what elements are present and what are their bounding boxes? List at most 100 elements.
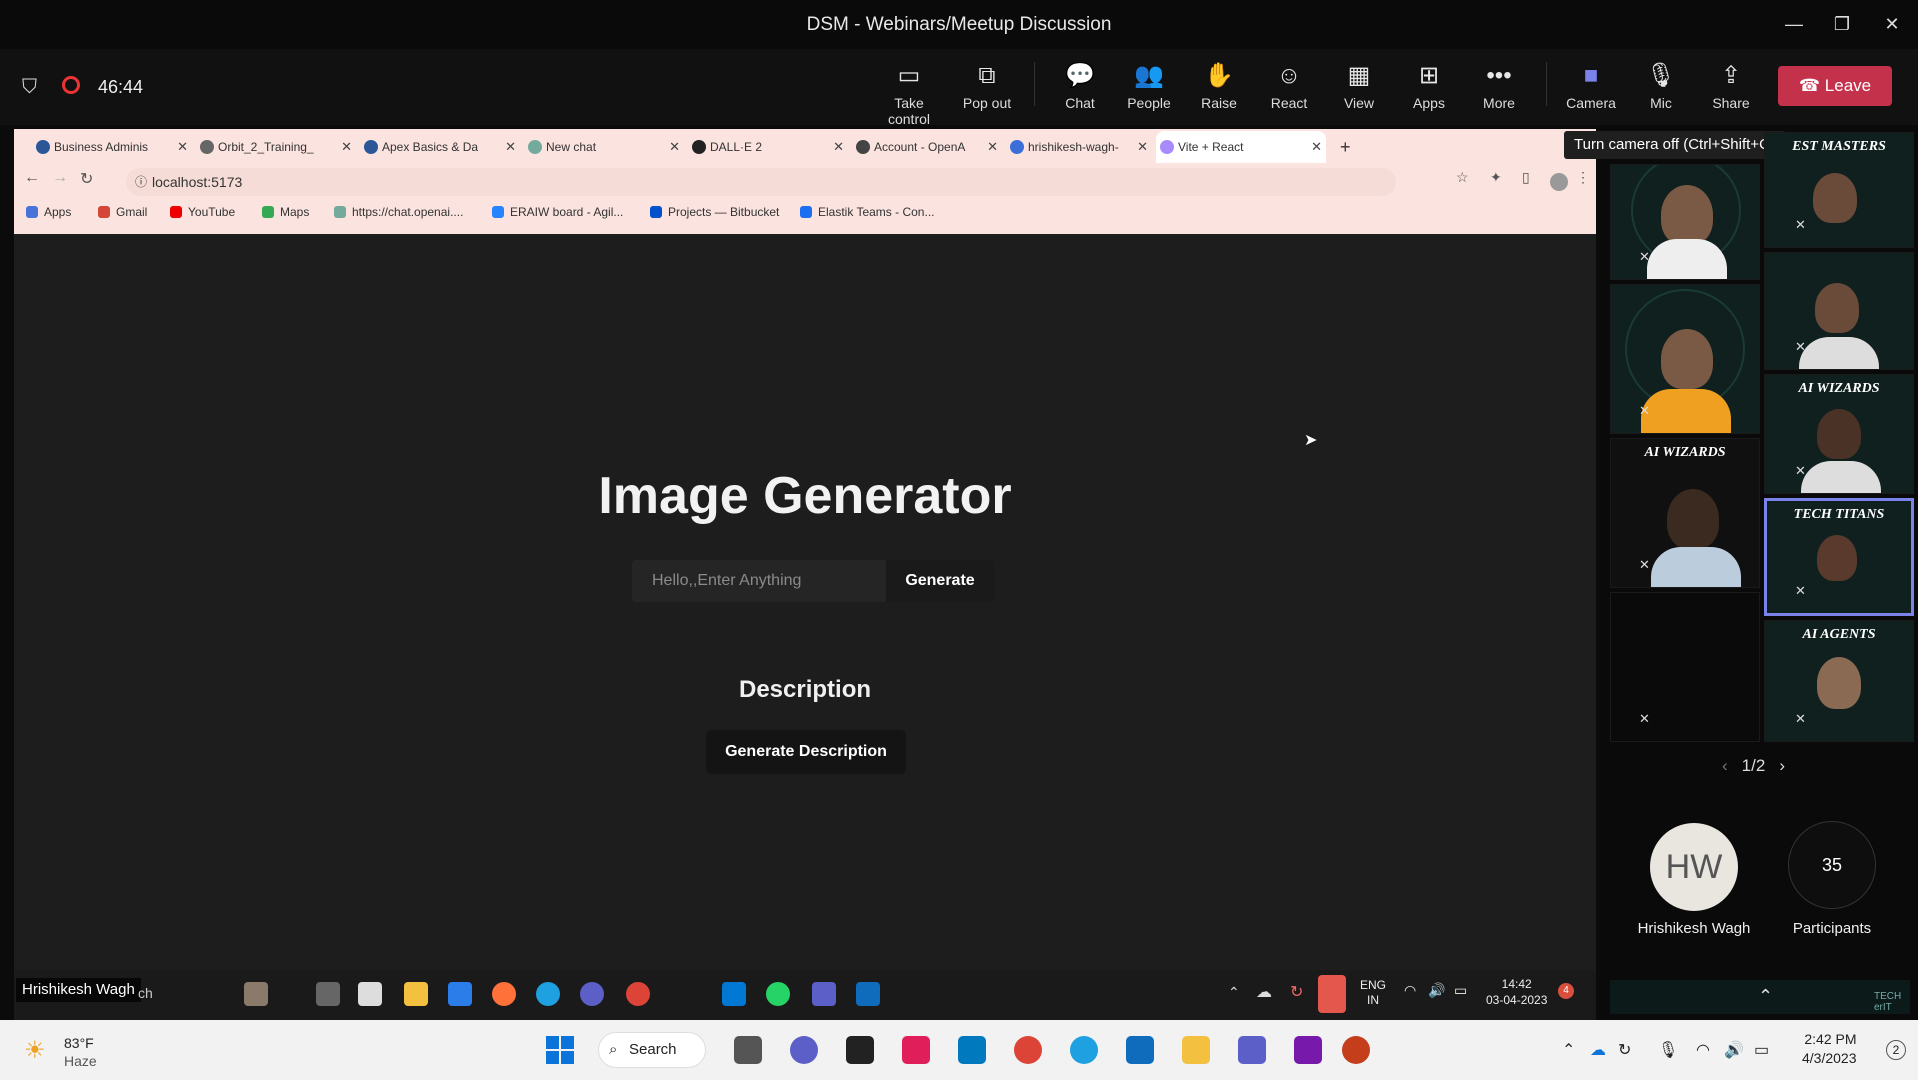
video-tile[interactable]: AI WIZARDS ✕ — [1610, 438, 1760, 588]
store-icon[interactable] — [358, 982, 382, 1006]
edge-icon[interactable] — [1070, 1036, 1098, 1064]
bookmark[interactable]: Projects — Bitbucket — [650, 205, 779, 219]
tab-close-icon[interactable]: ✕ — [987, 131, 998, 163]
outlook-icon[interactable] — [856, 982, 880, 1006]
browser-tab[interactable]: Business Adminis ✕ — [32, 131, 192, 163]
chevron-up-icon[interactable]: ⌃ — [1228, 984, 1240, 1001]
generate-description-button[interactable]: Generate Description — [706, 730, 906, 774]
chevron-right-icon[interactable]: › — [1779, 756, 1785, 775]
teams-icon[interactable] — [1238, 1036, 1266, 1064]
chevron-up-icon[interactable]: ⌃ — [1758, 986, 1773, 1007]
tab-close-icon[interactable]: ✕ — [1311, 131, 1322, 163]
camera-button[interactable]: ■ Camera — [1556, 61, 1626, 111]
folder-icon[interactable] — [404, 982, 428, 1006]
chrome-icon[interactable] — [1014, 1036, 1042, 1064]
task-view-icon[interactable] — [316, 982, 340, 1006]
browser-tab[interactable]: Apex Basics & Da ✕ — [360, 131, 520, 163]
file-icon[interactable] — [244, 982, 268, 1006]
close-button[interactable]: ✕ — [1874, 10, 1910, 38]
onenote-icon[interactable] — [1294, 1036, 1322, 1064]
video-tile[interactable]: ✕ — [1610, 592, 1760, 742]
tab-close-icon[interactable]: ✕ — [341, 131, 352, 163]
new-tab-button[interactable]: + — [1332, 131, 1362, 163]
tab-close-icon[interactable]: ✕ — [1137, 131, 1148, 163]
video-tile[interactable]: AI AGENTS ✕ — [1764, 620, 1914, 742]
teams-chat-icon[interactable] — [790, 1036, 818, 1064]
teams-icon[interactable] — [812, 982, 836, 1006]
bookmark[interactable]: https://chat.openai.... — [334, 205, 463, 219]
address-bar[interactable]: ⓘ localhost:5173 — [126, 168, 1396, 196]
language-indicator[interactable]: ENG IN — [1360, 978, 1386, 1008]
vscode-icon[interactable] — [722, 982, 746, 1006]
take-control-button[interactable]: ▭ Take control — [874, 61, 944, 127]
forward-icon[interactable]: → — [52, 169, 68, 187]
minimize-button[interactable]: — — [1776, 10, 1812, 38]
browser-tab[interactable]: hrishikesh-wagh- ✕ — [1006, 131, 1152, 163]
windows-clock[interactable]: 2:42 PM 4/3/2023 — [1802, 1030, 1857, 1068]
sticky-notes-icon[interactable] — [846, 1036, 874, 1064]
sidepanel-icon[interactable]: ▯ — [1522, 169, 1530, 186]
folder-icon[interactable] — [1182, 1036, 1210, 1064]
leave-button[interactable]: ☎ Leave — [1778, 66, 1892, 106]
video-tile[interactable]: ✕ — [1610, 284, 1760, 434]
video-tile[interactable]: ✕ — [1764, 252, 1914, 370]
pop-out-button[interactable]: ⧉ Pop out — [952, 61, 1022, 111]
video-tile[interactable]: AI WIZARDS ✕ — [1764, 374, 1914, 494]
bookmark[interactable]: Apps — [26, 205, 71, 219]
maximize-button[interactable]: ❐ — [1824, 10, 1860, 38]
people-button[interactable]: 👥 People — [1114, 61, 1184, 111]
tab-close-icon[interactable]: ✕ — [833, 131, 844, 163]
avatar[interactable]: HW — [1650, 823, 1738, 911]
browser-tab[interactable]: New chat ✕ — [524, 131, 684, 163]
generate-button[interactable]: Generate — [886, 560, 994, 602]
bookmark[interactable]: Maps — [262, 205, 309, 219]
bookmark[interactable]: Gmail — [98, 205, 147, 219]
video-tile-active-speaker[interactable]: TECH TITANS ✕ — [1764, 498, 1914, 616]
react-button[interactable]: ☺ React — [1254, 61, 1324, 111]
view-button[interactable]: ▦ View — [1324, 61, 1394, 111]
browser-tab[interactable]: Account - OpenA ✕ — [852, 131, 1002, 163]
mail-icon[interactable] — [448, 982, 472, 1006]
tab-close-icon[interactable]: ✕ — [177, 131, 188, 163]
reload-icon[interactable]: ↻ — [80, 169, 93, 189]
tab-close-icon[interactable]: ✕ — [505, 131, 516, 163]
extensions-icon[interactable]: ✦ — [1490, 169, 1502, 186]
participant-count[interactable]: 35 — [1788, 821, 1876, 909]
task-view-icon[interactable] — [734, 1036, 762, 1064]
weather-widget[interactable]: 83°F Haze — [64, 1034, 97, 1070]
windows-search[interactable]: ⌕ Search — [598, 1032, 706, 1068]
bookmark[interactable]: ERAIW board - Agil... — [492, 205, 623, 219]
mic-button[interactable]: 🎙 Mic — [1626, 61, 1696, 111]
more-button[interactable]: ••• More — [1464, 61, 1534, 111]
outlook-icon[interactable] — [1126, 1036, 1154, 1064]
video-tile[interactable]: EST MASTERS ✕ — [1764, 132, 1914, 248]
browser-tab-active[interactable]: Vite + React ✕ — [1156, 131, 1326, 163]
app-icon[interactable] — [580, 982, 604, 1006]
bookmark[interactable]: Elastik Teams - Con... — [800, 205, 934, 219]
windows-start-icon[interactable] — [546, 1036, 574, 1064]
browser-tab[interactable]: DALL·E 2 ✕ — [688, 131, 848, 163]
slack-icon[interactable] — [902, 1036, 930, 1064]
tab-close-icon[interactable]: ✕ — [669, 131, 680, 163]
chevron-up-icon[interactable]: ⌃ — [1562, 1040, 1575, 1060]
prompt-input[interactable] — [632, 560, 886, 602]
back-icon[interactable]: ← — [24, 169, 40, 187]
edge-icon[interactable] — [536, 982, 560, 1006]
trello-icon[interactable] — [958, 1036, 986, 1064]
firefox-icon[interactable] — [492, 982, 516, 1006]
apps-button[interactable]: ⊞ Apps — [1394, 61, 1464, 111]
share-button[interactable]: ⇪ Share — [1696, 61, 1766, 111]
chevron-left-icon[interactable]: ‹ — [1722, 756, 1728, 775]
chat-button[interactable]: 💬 Chat — [1045, 61, 1115, 111]
notification-badge[interactable]: 2 — [1886, 1040, 1906, 1060]
whatsapp-icon[interactable] — [766, 982, 790, 1006]
profile-avatar[interactable] — [1550, 173, 1568, 191]
browser-tab[interactable]: Orbit_2_Training_ ✕ — [196, 131, 356, 163]
powerpoint-icon[interactable] — [1342, 1036, 1370, 1064]
menu-icon[interactable]: ⋮ — [1576, 169, 1590, 186]
bookmark[interactable]: YouTube — [170, 205, 235, 219]
video-tile[interactable]: ✕ — [1610, 164, 1760, 280]
chrome-icon[interactable] — [626, 982, 650, 1006]
raise-hand-button[interactable]: ✋ Raise — [1184, 61, 1254, 111]
star-icon[interactable]: ☆ — [1456, 169, 1469, 186]
